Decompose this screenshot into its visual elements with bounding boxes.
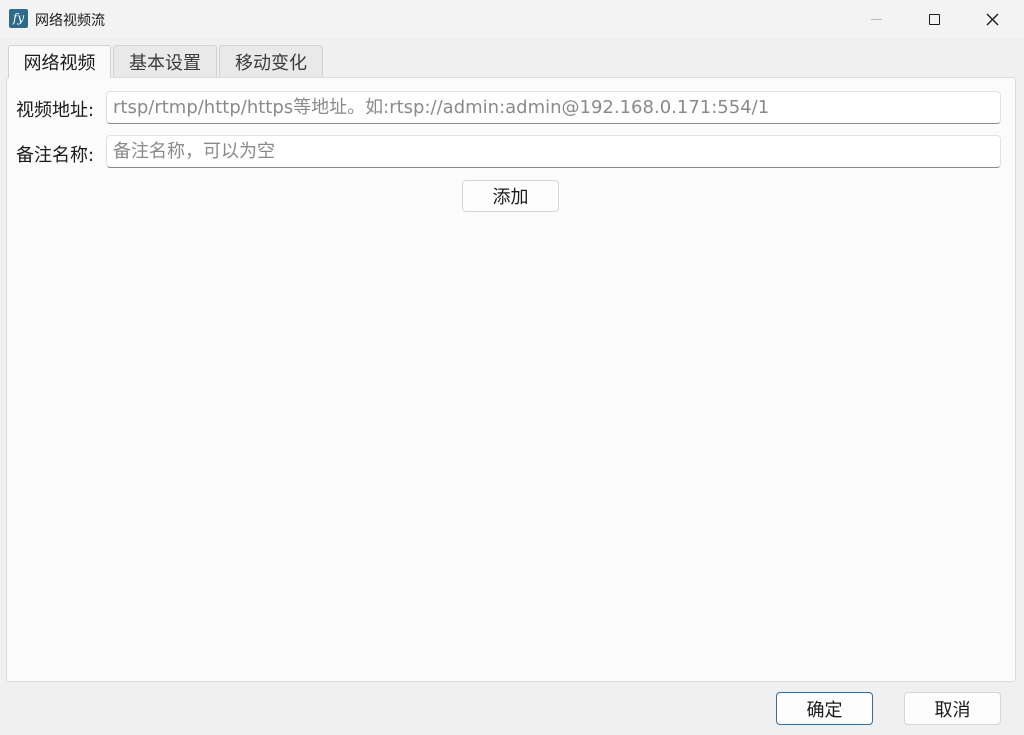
close-icon [986,13,998,25]
minimize-icon [870,18,882,20]
cancel-button[interactable]: 取消 [904,692,1001,725]
maximize-icon [928,13,940,25]
remark-name-input[interactable] [106,135,1001,168]
title-bar: fy 网络视频流 [0,0,1024,38]
tab-motion-change[interactable]: 移动变化 [219,45,323,77]
close-button[interactable] [963,0,1021,38]
tab-network-video[interactable]: 网络视频 [8,45,111,78]
ok-button[interactable]: 确定 [776,692,873,725]
window-title: 网络视频流 [35,13,105,29]
app-icon: fy [9,9,28,28]
add-button[interactable]: 添加 [462,180,559,212]
minimize-button[interactable] [847,0,905,38]
video-url-input[interactable] [106,91,1001,124]
maximize-button[interactable] [905,0,963,38]
remark-name-label: 备注名称: [16,145,95,166]
tab-basic-settings[interactable]: 基本设置 [113,45,217,77]
video-url-label: 视频地址: [16,100,95,121]
